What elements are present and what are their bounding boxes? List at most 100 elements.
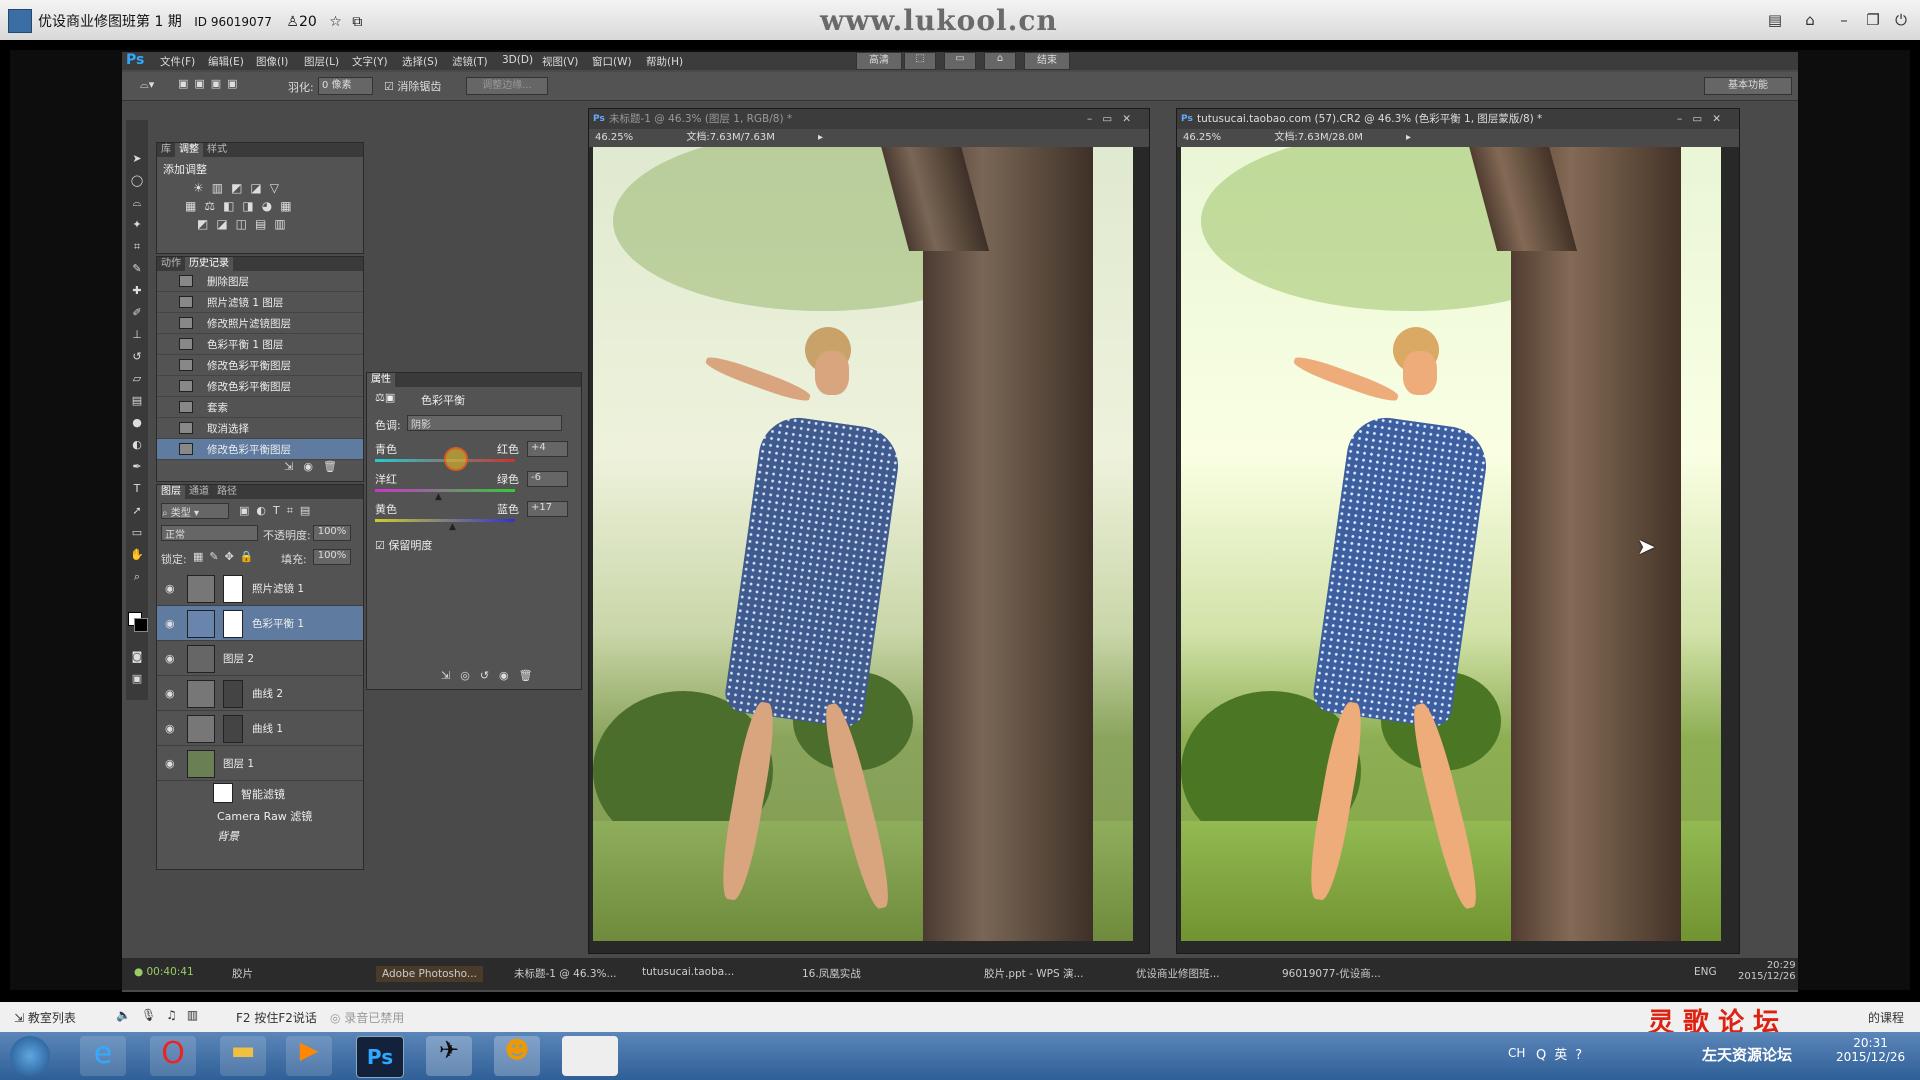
zoom-level[interactable]: 46.25% [595,132,633,143]
taskbar-item[interactable]: 96019077-优设商... [1282,966,1381,981]
doc-window-controls[interactable]: –▭✕ [1677,109,1731,129]
minimize-button[interactable]: – [1833,9,1855,31]
refine-edge-button[interactable]: 调整边缘... [466,77,548,95]
tab-layers[interactable]: 图层 [157,485,185,499]
opera-icon[interactable]: O [150,1036,196,1076]
taskbar-item[interactable]: 16.凤凰实战 [802,966,861,981]
layer-row[interactable]: ◉ 照片滤镜 1 [157,571,363,606]
tab-actions[interactable]: 动作 [157,257,185,271]
photoshop-icon[interactable]: Ps [356,1036,404,1078]
window-icon[interactable]: ▭ [944,52,976,70]
course-label[interactable]: 的课程 [1868,1009,1904,1026]
history-item[interactable]: 删除图层 [157,271,363,292]
history-item[interactable]: 修改色彩平衡图层 [157,355,363,376]
antialias-checkbox[interactable]: ☑ 消除锯齿 [384,78,441,94]
history-item-selected[interactable]: 修改色彩平衡图层 [157,439,363,460]
tab-properties[interactable]: 属性 [367,373,395,387]
opacity-input[interactable]: 100% [313,525,351,541]
history-item[interactable]: 色彩平衡 1 图层 [157,334,363,355]
system-clock[interactable]: 20:31 2015/12/26 [1836,1036,1905,1064]
visibility-eye-icon[interactable]: ◉ [165,617,175,630]
slider-value-input[interactable]: -6 [527,471,568,487]
layer-filter-select[interactable]: ⌕ 类型 ▾ [161,503,229,519]
stamp-tool-icon[interactable]: ⊥ [130,328,144,342]
menu-window[interactable]: 窗口(W) [592,54,632,69]
slider-value-input[interactable]: +17 [527,501,568,517]
layer-row[interactable]: ◉ 曲线 2 [157,676,363,711]
type-tool-icon[interactable]: T [130,482,144,496]
app-icon[interactable]: ☻ [494,1036,540,1076]
tab-paths[interactable]: 路径 [213,485,241,499]
status-arrow-icon[interactable]: ▸ [818,132,823,143]
background-color-swatch[interactable] [134,618,148,632]
taskbar-item[interactable]: 未标题-1 @ 46.3%... [514,966,617,981]
adjustment-icons-row3[interactable]: ◩◪◫▤▥ [157,217,363,231]
visibility-eye-icon[interactable]: ◉ [165,757,175,770]
eyedropper-icon[interactable]: ✎ [130,262,144,276]
background-layer-row[interactable]: 背景 [157,825,363,845]
slider-value-input[interactable]: +4 [527,441,568,457]
lock-icons[interactable]: ▦✎✥🔒 [193,550,260,563]
tab-history[interactable]: 历史记录 [185,257,233,271]
camera-raw-row[interactable]: Camera Raw 滤镜 [157,805,363,825]
zoom-level[interactable]: 46.25% [1183,132,1221,143]
start-button[interactable] [10,1036,50,1076]
lasso-tool-icon[interactable]: ⌓ [130,196,144,210]
layer-row-selected[interactable]: ◉ 色彩平衡 1 [157,606,363,641]
hd-button[interactable]: 高清 [856,52,902,70]
zoom-tool-icon[interactable]: ⌕ [130,570,144,584]
path-select-icon[interactable]: ➚ [130,504,144,518]
tab-adjustments[interactable]: 调整 [175,143,203,157]
tray-icons[interactable]: Q英? [1536,1044,1590,1063]
move-tool-icon[interactable]: ➤ [130,152,144,166]
tab-channels[interactable]: 通道 [185,485,213,499]
media-player-icon[interactable]: ▶ [286,1036,332,1076]
app-icon[interactable]: ✈ [426,1036,472,1076]
taskbar-item[interactable]: tutusucai.taoba... [642,966,734,978]
layer-mask-thumbnail[interactable] [223,680,243,708]
power-button[interactable]: ⏻ [1890,9,1912,31]
taskbar-item[interactable]: 优设商业修图班... [1136,966,1220,981]
list-icon[interactable]: ▤ [1764,9,1786,31]
tone-select[interactable]: 阴影 [407,415,562,431]
tab-styles[interactable]: 样式 [203,143,231,157]
doc-size[interactable]: 文档:7.63M/28.0M [1274,132,1363,143]
history-item[interactable]: 取消选择 [157,418,363,439]
menu-select[interactable]: 选择(S) [402,54,438,69]
menu-view[interactable]: 视图(V) [542,54,578,69]
slider-track[interactable] [375,489,515,492]
adjustment-icons-row1[interactable]: ☀▥◩◪▽ [157,181,363,195]
visibility-eye-icon[interactable]: ◉ [165,582,175,595]
audio-controls[interactable]: 🔈🎙♫▥ [116,1008,208,1022]
history-item[interactable]: 照片滤镜 1 图层 [157,292,363,313]
magic-wand-icon[interactable]: ✦ [130,218,144,232]
menu-help[interactable]: 帮助(H) [646,54,683,69]
home-icon[interactable]: ⌂ [984,52,1016,70]
photo-canvas-1[interactable] [593,131,1133,941]
taskbar-item[interactable]: 胶片 [232,966,253,981]
fill-input[interactable]: 100% [313,549,351,565]
visibility-eye-icon[interactable]: ◉ [165,722,175,735]
history-item[interactable]: 修改色彩平衡图层 [157,376,363,397]
smart-filter-row[interactable]: 智能滤镜 [157,781,363,805]
marquee-tool-icon[interactable]: ◯ [130,174,144,188]
thumbnail-app-icon[interactable] [562,1036,618,1076]
shape-tool-icon[interactable]: ▭ [130,526,144,540]
input-lang[interactable]: CH [1508,1046,1525,1060]
ie-icon[interactable]: e [80,1036,126,1076]
layer-row[interactable]: ◉ 图层 1 [157,746,363,781]
menu-filter[interactable]: 滤镜(T) [452,54,488,69]
status-arrow-icon[interactable]: ▸ [1406,132,1411,143]
workspace-select[interactable]: 基本功能 [1704,77,1792,95]
preserve-luminosity-checkbox[interactable]: ☑ 保留明度 [367,527,581,563]
visibility-eye-icon[interactable]: ◉ [165,652,175,665]
lasso-tool-icon[interactable]: ⌓▾ [140,78,154,92]
skin-icon[interactable]: ⌂ [1799,9,1821,31]
menu-image[interactable]: 图像(I) [256,54,288,69]
layer-mask-thumbnail[interactable] [223,610,243,638]
screen-mode-icon[interactable]: ▣ [130,672,144,686]
filter-kind-icons[interactable]: ▣◐T⌗▤ [239,504,317,518]
adjustment-icons-row2[interactable]: ▦⚖◧◨◕▦ [157,199,363,213]
doc-size[interactable]: 文档:7.63M/7.63M [686,132,775,143]
visibility-eye-icon[interactable]: ◉ [165,687,175,700]
